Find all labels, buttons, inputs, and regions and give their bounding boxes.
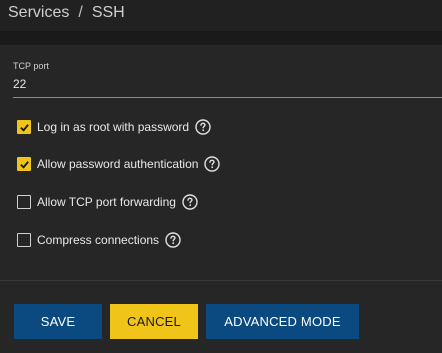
breadcrumb-current: SSH bbox=[91, 4, 125, 21]
breadcrumb: Services / SSH bbox=[8, 3, 125, 23]
advanced-mode-button[interactable]: ADVANCED MODE bbox=[206, 304, 359, 339]
option-compress[interactable]: Compress connections bbox=[17, 231, 181, 249]
cancel-button[interactable]: CANCEL bbox=[110, 304, 198, 339]
tcp-port-input[interactable] bbox=[13, 77, 413, 91]
option-root-login[interactable]: Log in as root with password bbox=[17, 118, 211, 136]
tcp-port-label: TCP port bbox=[13, 61, 49, 71]
check-icon bbox=[19, 160, 29, 169]
compress-checkbox[interactable] bbox=[17, 233, 31, 247]
compress-label: Compress connections bbox=[37, 233, 160, 247]
help-circle-icon[interactable] bbox=[204, 156, 221, 172]
check-icon bbox=[19, 123, 29, 132]
breadcrumb-parent[interactable]: Services bbox=[8, 4, 69, 22]
divider bbox=[0, 280, 442, 281]
help-circle-icon[interactable] bbox=[165, 232, 181, 248]
root-login-checkbox[interactable] bbox=[17, 120, 31, 134]
password-auth-checkbox[interactable] bbox=[17, 157, 31, 171]
help-circle-icon[interactable] bbox=[182, 194, 198, 210]
tcp-forwarding-label: Allow TCP port forwarding bbox=[37, 195, 176, 209]
breadcrumb-separator: / bbox=[78, 4, 83, 21]
option-password-auth[interactable]: Allow password authentication bbox=[17, 155, 221, 173]
header-bar bbox=[0, 31, 442, 45]
tcp-port-field: TCP port bbox=[13, 61, 442, 98]
tcp-forwarding-checkbox[interactable] bbox=[17, 195, 31, 209]
password-auth-label: Allow password authentication bbox=[37, 157, 199, 171]
help-circle-icon[interactable] bbox=[195, 119, 211, 135]
option-tcp-forwarding[interactable]: Allow TCP port forwarding bbox=[17, 193, 198, 211]
root-login-label: Log in as root with password bbox=[37, 120, 190, 134]
ssh-settings-panel: TCP port Log in as root with password Al… bbox=[0, 45, 442, 353]
save-button[interactable]: SAVE bbox=[14, 304, 102, 339]
